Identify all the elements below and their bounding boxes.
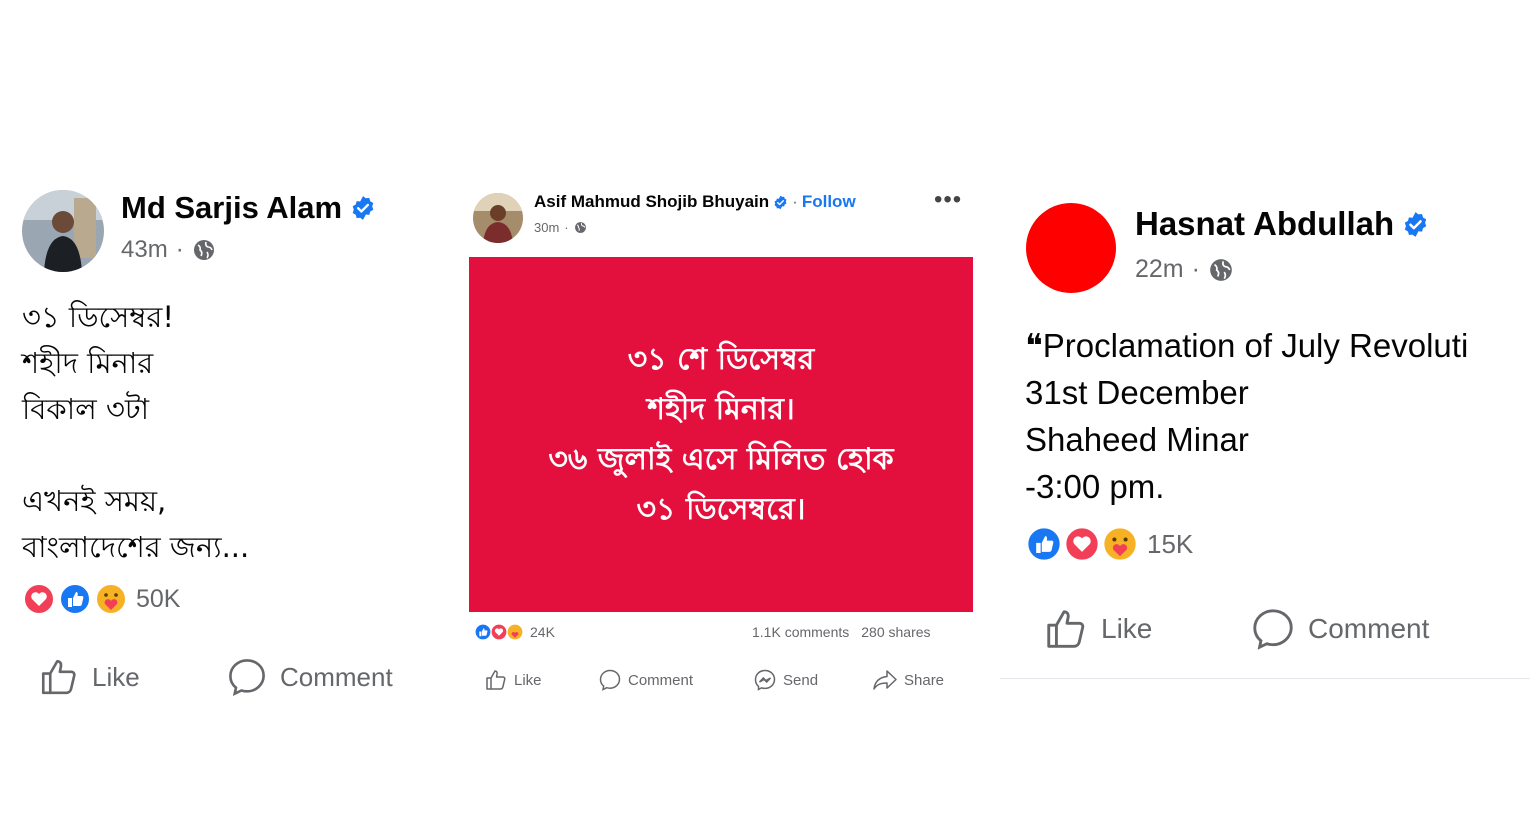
post2-comment-button[interactable]: Comment bbox=[598, 668, 693, 692]
post1-author-name[interactable]: Md Sarjis Alam bbox=[121, 190, 376, 226]
post2-reaction-count[interactable]: 24K bbox=[530, 624, 555, 640]
post3-body: ❝Proclamation of July Revoluti 31st Dece… bbox=[1025, 322, 1536, 510]
post1-comment-button[interactable]: Comment bbox=[226, 656, 393, 698]
post2-separator: · bbox=[564, 220, 569, 235]
post2-send-label[interactable]: Send bbox=[783, 672, 818, 689]
post2-card-text: ৩১ শে ডিসেম্বর শহীদ মিনার। ৩৬ জুলাই এসে … bbox=[548, 341, 894, 527]
post3-separator: · bbox=[1191, 255, 1200, 283]
post1-line: বিকাল ৩টা bbox=[22, 392, 150, 426]
post2-like-button[interactable]: Like bbox=[484, 668, 542, 692]
post3-comment-label[interactable]: Comment bbox=[1308, 613, 1429, 645]
like-reaction-icon bbox=[1026, 526, 1062, 562]
post2-comment-label[interactable]: Comment bbox=[628, 672, 693, 689]
post3-author-label[interactable]: Hasnat Abdullah bbox=[1135, 205, 1394, 243]
care-reaction-icon bbox=[506, 623, 524, 641]
post1-avatar[interactable] bbox=[22, 190, 104, 272]
post3-meta: 22m · bbox=[1135, 255, 1234, 284]
care-reaction-icon bbox=[1102, 526, 1138, 562]
post2-share-count[interactable]: 280 shares bbox=[861, 624, 930, 640]
post3-comment-button[interactable]: Comment bbox=[1250, 606, 1429, 652]
post2-send-button[interactable]: Send bbox=[753, 668, 818, 692]
post2-avatar[interactable] bbox=[473, 193, 523, 243]
share-icon bbox=[873, 670, 897, 690]
post3-author-name: Hasnat Abdullah bbox=[1135, 205, 1429, 243]
post1-separator: · bbox=[175, 236, 184, 263]
verified-badge-icon bbox=[774, 195, 787, 209]
thumbs-up-icon bbox=[1047, 610, 1085, 648]
thumbs-up-icon bbox=[41, 659, 76, 695]
post2-author-name: Asif Mahmud Shojib Bhuyain · Follow bbox=[534, 192, 856, 212]
post3-line: ❝Proclamation of July Revoluti bbox=[1025, 327, 1469, 364]
post2-comment-count[interactable]: 1.1K comments bbox=[752, 624, 849, 640]
post2-reactions[interactable]: 24K bbox=[474, 623, 555, 641]
thumbs-up-icon bbox=[486, 670, 506, 690]
post1-reaction-count[interactable]: 50K bbox=[136, 585, 180, 614]
post2-text-card[interactable]: ৩১ শে ডিসেম্বর শহীদ মিনার। ৩৬ জুলাই এসে … bbox=[469, 257, 973, 612]
post3-line: -3:00 pm. bbox=[1025, 468, 1165, 505]
post1-like-label[interactable]: Like bbox=[92, 662, 140, 693]
post3-reactions[interactable]: 15K bbox=[1025, 525, 1193, 563]
globe-icon bbox=[574, 222, 586, 233]
post2-time[interactable]: 30m bbox=[534, 220, 559, 235]
post2-stats: 1.1K comments 280 shares bbox=[752, 624, 931, 640]
post1-comment-label[interactable]: Comment bbox=[280, 662, 393, 693]
post3-like-button[interactable]: Like bbox=[1043, 606, 1152, 652]
follow-button[interactable]: Follow bbox=[802, 192, 856, 212]
post3-avatar[interactable] bbox=[1026, 203, 1116, 293]
post3-like-label[interactable]: Like bbox=[1101, 613, 1152, 645]
care-reaction-icon bbox=[95, 583, 127, 615]
post1-body: ৩১ ডিসেম্বর! শহীদ মিনার বিকাল ৩টা এখনই স… bbox=[22, 294, 382, 570]
love-reaction-icon bbox=[1064, 526, 1100, 562]
post2-author-label[interactable]: Asif Mahmud Shojib Bhuyain bbox=[534, 192, 769, 212]
comment-icon bbox=[1253, 609, 1293, 650]
post3-time[interactable]: 22m bbox=[1135, 255, 1184, 284]
post2-share-label[interactable]: Share bbox=[904, 672, 944, 689]
post1-line[interactable]: বাংলাদেশের জন্য... bbox=[22, 524, 382, 570]
post3-divider bbox=[1000, 678, 1530, 679]
love-reaction-icon bbox=[23, 583, 55, 615]
post3-line: 31st December bbox=[1025, 374, 1249, 411]
comment-icon bbox=[599, 669, 621, 691]
messenger-send-icon bbox=[754, 669, 776, 691]
globe-icon bbox=[193, 240, 214, 260]
verified-badge-icon bbox=[1404, 211, 1427, 237]
comment-icon bbox=[229, 659, 265, 696]
more-options-icon[interactable]: ••• bbox=[934, 186, 962, 214]
verified-badge-icon bbox=[352, 196, 374, 220]
post1-time[interactable]: 43m bbox=[121, 236, 168, 264]
globe-icon bbox=[1210, 258, 1232, 281]
post1-line: এখনই সময়, bbox=[22, 484, 167, 518]
post1-like-button[interactable]: Like bbox=[38, 656, 140, 698]
post1-line: ৩১ ডিসেম্বর! bbox=[22, 300, 175, 334]
post1-line-blank bbox=[22, 432, 382, 478]
post2-separator: · bbox=[792, 192, 798, 211]
post3-reaction-count[interactable]: 15K bbox=[1147, 529, 1193, 560]
post2-meta: 30m · bbox=[534, 220, 587, 235]
like-reaction-icon bbox=[59, 583, 91, 615]
post1-author-label[interactable]: Md Sarjis Alam bbox=[121, 190, 342, 226]
post2-share-button[interactable]: Share bbox=[872, 668, 944, 692]
post1-reactions[interactable]: 50K bbox=[22, 582, 180, 616]
post1-meta: 43m · bbox=[121, 236, 216, 264]
post3-line: Shaheed Minar bbox=[1025, 421, 1249, 458]
post2-like-label[interactable]: Like bbox=[514, 672, 542, 689]
post1-line: শহীদ মিনার bbox=[22, 346, 154, 380]
